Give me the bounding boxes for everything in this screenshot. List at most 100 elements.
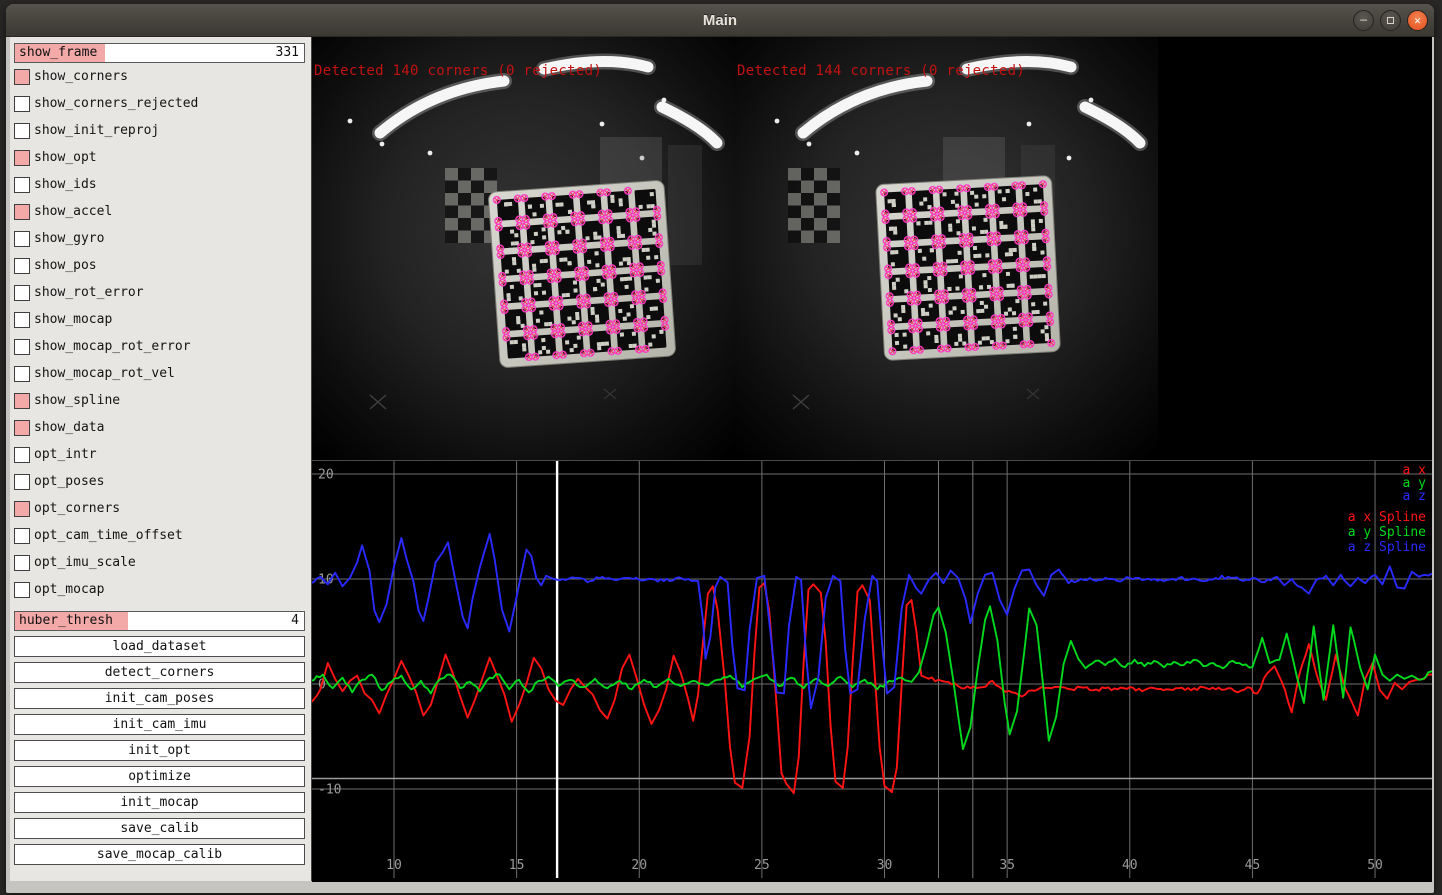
checkbox-row-show_corners_rejected[interactable]: show_corners_rejected — [14, 90, 305, 117]
viewport: Detected 140 corners (0 rejected) Detect… — [312, 37, 1432, 881]
accel-plot-svg: 20100-10101520253035404550a xa ya za x S… — [312, 461, 1432, 882]
button-save_calib[interactable]: save_calib — [14, 818, 305, 839]
camera-view-right[interactable]: Detected 144 corners (0 rejected) — [735, 37, 1158, 460]
checkbox-show_spline[interactable] — [14, 393, 30, 409]
camera-images-row: Detected 140 corners (0 rejected) Detect… — [312, 37, 1432, 460]
svg-text:10: 10 — [386, 858, 402, 873]
checkbox-show_corners[interactable] — [14, 69, 30, 85]
checkbox-show_mocap[interactable] — [14, 312, 30, 328]
camera-frame — [735, 37, 1158, 460]
minimize-icon: ─ — [1360, 14, 1367, 27]
checkbox-label: opt_corners — [34, 501, 120, 516]
legend-item: a y Spline — [1348, 525, 1426, 540]
checkbox-row-opt_intr[interactable]: opt_intr — [14, 441, 305, 468]
button-save_mocap_calib[interactable]: save_mocap_calib — [14, 844, 305, 865]
checkbox-row-show_gyro[interactable]: show_gyro — [14, 225, 305, 252]
checkbox-show_pos[interactable] — [14, 258, 30, 274]
button-detect_corners[interactable]: detect_corners — [14, 662, 305, 683]
button-load_dataset[interactable]: load_dataset — [14, 636, 305, 657]
svg-text:40: 40 — [1122, 858, 1138, 873]
legend-item: a x Spline — [1348, 510, 1426, 525]
aprilgrid-board — [876, 176, 1061, 361]
checkbox-row-show_accel[interactable]: show_accel — [14, 198, 305, 225]
slider-label: huber_thresh — [19, 612, 113, 630]
var-slider-huber_thresh[interactable]: huber_thresh4 — [14, 611, 305, 631]
svg-text:30: 30 — [877, 858, 893, 873]
checkbox-show_mocap_rot_vel[interactable] — [14, 366, 30, 382]
checkbox-row-opt_cam_time_offset[interactable]: opt_cam_time_offset — [14, 522, 305, 549]
checkbox-show_opt[interactable] — [14, 150, 30, 166]
checkbox-opt_imu_scale[interactable] — [14, 555, 30, 571]
svg-text:20: 20 — [318, 468, 334, 483]
checkbox-label: opt_mocap — [34, 582, 104, 597]
checkbox-row-show_rot_error[interactable]: show_rot_error — [14, 279, 305, 306]
button-optimize[interactable]: optimize — [14, 766, 305, 787]
close-button[interactable]: ✕ — [1407, 10, 1428, 31]
window-controls: ─ ✕ — [1353, 10, 1428, 31]
checkbox-row-show_pos[interactable]: show_pos — [14, 252, 305, 279]
checkbox-row-show_data[interactable]: show_data — [14, 414, 305, 441]
checkbox-show_init_reproj[interactable] — [14, 123, 30, 139]
svg-text:45: 45 — [1245, 858, 1261, 873]
svg-text:15: 15 — [509, 858, 525, 873]
legend-item: a z — [1403, 489, 1426, 504]
checkbox-label: show_spline — [34, 393, 120, 408]
imu-accel-plot[interactable]: 20100-10101520253035404550a xa ya za x S… — [312, 460, 1432, 881]
titlebar[interactable]: Main ─ ✕ — [6, 4, 1434, 37]
detection-caption-right: Detected 144 corners (0 rejected) — [737, 63, 1025, 79]
checkbox-show_data[interactable] — [14, 420, 30, 436]
checkbox-row-show_mocap[interactable]: show_mocap — [14, 306, 305, 333]
checkbox-label: show_ids — [34, 177, 97, 192]
var-slider-show_frame[interactable]: show_frame 331 — [14, 43, 305, 63]
checkbox-label: show_rot_error — [34, 285, 144, 300]
checkbox-row-opt_poses[interactable]: opt_poses — [14, 468, 305, 495]
close-icon: ✕ — [1414, 14, 1421, 27]
checkbox-opt_intr[interactable] — [14, 447, 30, 463]
checkbox-row-show_spline[interactable]: show_spline — [14, 387, 305, 414]
checkbox-row-show_mocap_rot_vel[interactable]: show_mocap_rot_vel — [14, 360, 305, 387]
button-init_cam_imu[interactable]: init_cam_imu — [14, 714, 305, 735]
slider-value: 331 — [276, 44, 299, 62]
checkbox-label: opt_imu_scale — [34, 555, 136, 570]
checkbox-row-show_mocap_rot_error[interactable]: show_mocap_rot_error — [14, 333, 305, 360]
checkbox-show_gyro[interactable] — [14, 231, 30, 247]
checkbox-label: show_mocap_rot_vel — [34, 366, 175, 381]
checkbox-show_corners_rejected[interactable] — [14, 96, 30, 112]
detection-caption-left: Detected 140 corners (0 rejected) — [314, 63, 602, 79]
checkbox-opt_corners[interactable] — [14, 501, 30, 517]
checkbox-label: show_mocap_rot_error — [34, 339, 191, 354]
camera-view-left[interactable]: Detected 140 corners (0 rejected) — [312, 37, 735, 460]
svg-text:20: 20 — [631, 858, 647, 873]
slider-label: show_frame — [19, 44, 97, 62]
checkbox-label: show_data — [34, 420, 104, 435]
checkbox-opt_poses[interactable] — [14, 474, 30, 490]
checkbox-row-show_opt[interactable]: show_opt — [14, 144, 305, 171]
checkbox-row-show_corners[interactable]: show_corners — [14, 63, 305, 90]
checkbox-show_rot_error[interactable] — [14, 285, 30, 301]
checkbox-show_mocap_rot_error[interactable] — [14, 339, 30, 355]
svg-text:35: 35 — [999, 858, 1015, 873]
checkbox-label: show_init_reproj — [34, 123, 159, 138]
checkbox-row-opt_imu_scale[interactable]: opt_imu_scale — [14, 549, 305, 576]
control-panel: show_frame 331show_corners show_corners_re… — [10, 37, 312, 881]
checkbox-show_accel[interactable] — [14, 204, 30, 220]
button-init_opt[interactable]: init_opt — [14, 740, 305, 761]
checkbox-row-show_init_reproj[interactable]: show_init_reproj — [14, 117, 305, 144]
aprilgrid-board — [488, 180, 676, 368]
checkbox-row-show_ids[interactable]: show_ids — [14, 171, 305, 198]
legend-item: a z Spline — [1348, 540, 1426, 555]
checkbox-show_ids[interactable] — [14, 177, 30, 193]
button-init_mocap[interactable]: init_mocap — [14, 792, 305, 813]
checkbox-label: show_accel — [34, 204, 112, 219]
checkbox-label: show_corners_rejected — [34, 96, 198, 111]
checkbox-row-opt_corners[interactable]: opt_corners — [14, 495, 305, 522]
window-title: Main — [703, 12, 737, 29]
checkbox-label: show_pos — [34, 258, 97, 273]
button-init_cam_poses[interactable]: init_cam_poses — [14, 688, 305, 709]
checkbox-opt_cam_time_offset[interactable] — [14, 528, 30, 544]
checkbox-label: show_gyro — [34, 231, 104, 246]
minimize-button[interactable]: ─ — [1353, 10, 1374, 31]
maximize-button[interactable] — [1380, 10, 1401, 31]
checkbox-row-opt_mocap[interactable]: opt_mocap — [14, 576, 305, 603]
checkbox-opt_mocap[interactable] — [14, 582, 30, 598]
